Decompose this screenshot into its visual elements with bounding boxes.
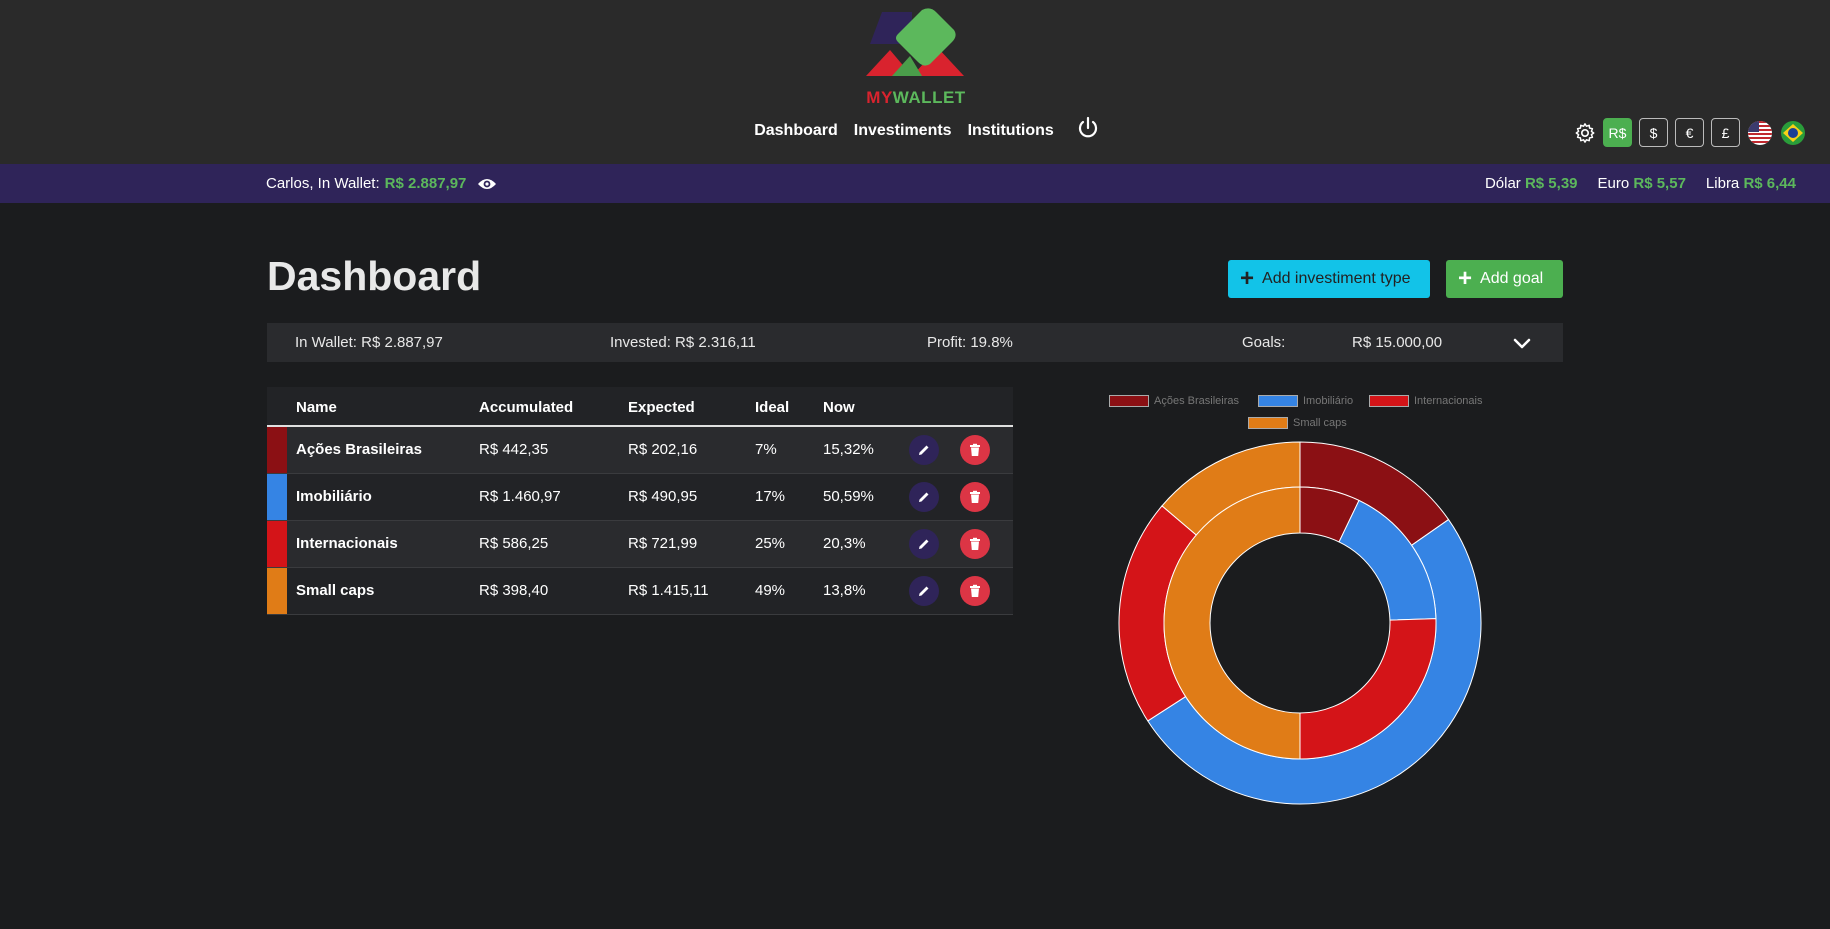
summary-profit: Profit: 19.8% [927, 334, 1013, 351]
legend-item[interactable]: Ações Brasileiras [1109, 395, 1239, 407]
delete-button[interactable] [960, 576, 990, 606]
row-ideal: 7% [755, 441, 777, 458]
delete-button[interactable] [960, 435, 990, 465]
row-name: Imobiliário [296, 488, 372, 505]
header-name: Name [296, 399, 337, 416]
row-expected: R$ 490,95 [628, 488, 698, 505]
add-goal-button[interactable]: + Add goal [1446, 260, 1563, 298]
top-header: MYWALLET Dashboard Investiments Institut… [0, 0, 1830, 164]
row-expected: R$ 721,99 [628, 535, 698, 552]
summary-bar: In Wallet: R$ 2.887,97 Invested: R$ 2.31… [267, 323, 1563, 362]
chevron-down-icon[interactable] [1513, 338, 1531, 350]
table-body: Ações Brasileiras R$ 442,35 R$ 202,16 7%… [267, 427, 1013, 615]
row-accumulated: R$ 1.460,97 [479, 488, 561, 505]
rate-euro: Euro R$ 5,57 [1597, 175, 1686, 192]
trash-icon [970, 443, 980, 456]
row-expected: R$ 202,16 [628, 441, 698, 458]
rate-libra: Libra R$ 6,44 [1705, 175, 1796, 192]
plus-icon: + [1240, 265, 1255, 292]
edit-button[interactable] [909, 435, 939, 465]
edit-button[interactable] [909, 576, 939, 606]
table-row: Internacionais R$ 586,25 R$ 721,99 25% 2… [267, 521, 1013, 568]
table-row: Imobiliário R$ 1.460,97 R$ 490,95 17% 50… [267, 474, 1013, 521]
edit-button[interactable] [909, 529, 939, 559]
allocation-donut-chart [1118, 441, 1482, 805]
power-icon[interactable] [1076, 116, 1100, 140]
summary-goals-label: Goals: [1242, 334, 1286, 351]
logo-wordmark: MYWALLET [866, 88, 966, 107]
wallet-value: R$ 2.887,97 [384, 175, 467, 192]
greeting-text: Carlos, In Wallet: [266, 175, 380, 192]
nav-dashboard[interactable]: Dashboard [754, 122, 838, 140]
row-accumulated: R$ 586,25 [479, 535, 549, 552]
pencil-icon [919, 492, 929, 502]
header-expected: Expected [628, 399, 695, 416]
row-ideal: 25% [755, 535, 786, 552]
row-accumulated: R$ 398,40 [479, 582, 549, 599]
rate-dolar: Dólar R$ 5,39 [1484, 175, 1578, 192]
wallet-status-bar: Carlos, In Wallet: R$ 2.887,97 Dólar R$ … [0, 164, 1830, 203]
summary-goals-value: R$ 15.000,00 [1352, 334, 1443, 351]
page-title: Dashboard [267, 253, 482, 299]
trash-icon [970, 584, 980, 597]
category-color-swatch [267, 427, 287, 473]
exchange-rates: Dólar R$ 5,39 Euro R$ 5,57 Libra R$ 6,44 [1485, 175, 1796, 192]
gear-icon[interactable] [1574, 122, 1596, 144]
us-flag-icon[interactable] [1747, 120, 1773, 146]
row-name: Ações Brasileiras [296, 441, 422, 458]
currency-brl-button[interactable]: R$ [1603, 118, 1632, 147]
table-row: Small caps R$ 398,40 R$ 1.415,11 49% 13,… [267, 568, 1013, 615]
row-now: 20,3% [823, 535, 866, 552]
currency-usd-button[interactable]: $ [1639, 118, 1668, 147]
delete-button[interactable] [960, 482, 990, 512]
category-color-swatch [267, 474, 287, 520]
summary-invested: Invested: R$ 2.316,11 [610, 334, 756, 351]
table-header: Name Accumulated Expected Ideal Now [267, 387, 1013, 427]
trash-icon [970, 490, 980, 503]
row-ideal: 49% [755, 582, 786, 599]
legend-item[interactable]: Small caps [1248, 417, 1347, 429]
edit-button[interactable] [909, 482, 939, 512]
row-now: 50,59% [823, 488, 874, 505]
currency-eur-button[interactable]: € [1675, 118, 1704, 147]
plus-icon: + [1458, 265, 1473, 292]
legend-item[interactable]: Internacionais [1369, 395, 1483, 407]
header-ideal: Ideal [755, 399, 790, 416]
wallet-greeting: Carlos, In Wallet: R$ 2.887,97 [266, 175, 497, 192]
category-color-swatch [267, 568, 287, 614]
legend-item[interactable]: Imobiliário [1258, 395, 1353, 407]
header-accumulated: Accumulated [479, 399, 574, 416]
row-ideal: 17% [755, 488, 786, 505]
row-now: 13,8% [823, 582, 866, 599]
header-controls: R$ $ € £ [1574, 118, 1806, 147]
investment-types-table: Name Accumulated Expected Ideal Now Açõe… [267, 387, 1013, 615]
row-name: Small caps [296, 582, 375, 599]
currency-gbp-button[interactable]: £ [1711, 118, 1740, 147]
row-accumulated: R$ 442,35 [479, 441, 549, 458]
add-investment-type-button[interactable]: + Add investiment type [1228, 260, 1430, 298]
pencil-icon [919, 586, 929, 596]
header-now: Now [823, 399, 855, 416]
nav-investiments[interactable]: Investiments [854, 122, 952, 140]
main-nav: Dashboard Investiments Institutions [0, 116, 1830, 140]
br-flag-icon[interactable] [1780, 120, 1806, 146]
summary-in-wallet: In Wallet: R$ 2.887,97 [295, 334, 443, 351]
category-color-swatch [267, 521, 287, 567]
pencil-icon [919, 445, 929, 455]
table-row: Ações Brasileiras R$ 442,35 R$ 202,16 7%… [267, 427, 1013, 474]
pencil-icon [919, 539, 929, 549]
trash-icon [970, 537, 980, 550]
eye-icon[interactable] [477, 176, 497, 192]
row-expected: R$ 1.415,11 [628, 582, 709, 599]
nav-institutions[interactable]: Institutions [968, 122, 1054, 140]
row-name: Internacionais [296, 535, 398, 552]
delete-button[interactable] [960, 529, 990, 559]
row-now: 15,32% [823, 441, 874, 458]
